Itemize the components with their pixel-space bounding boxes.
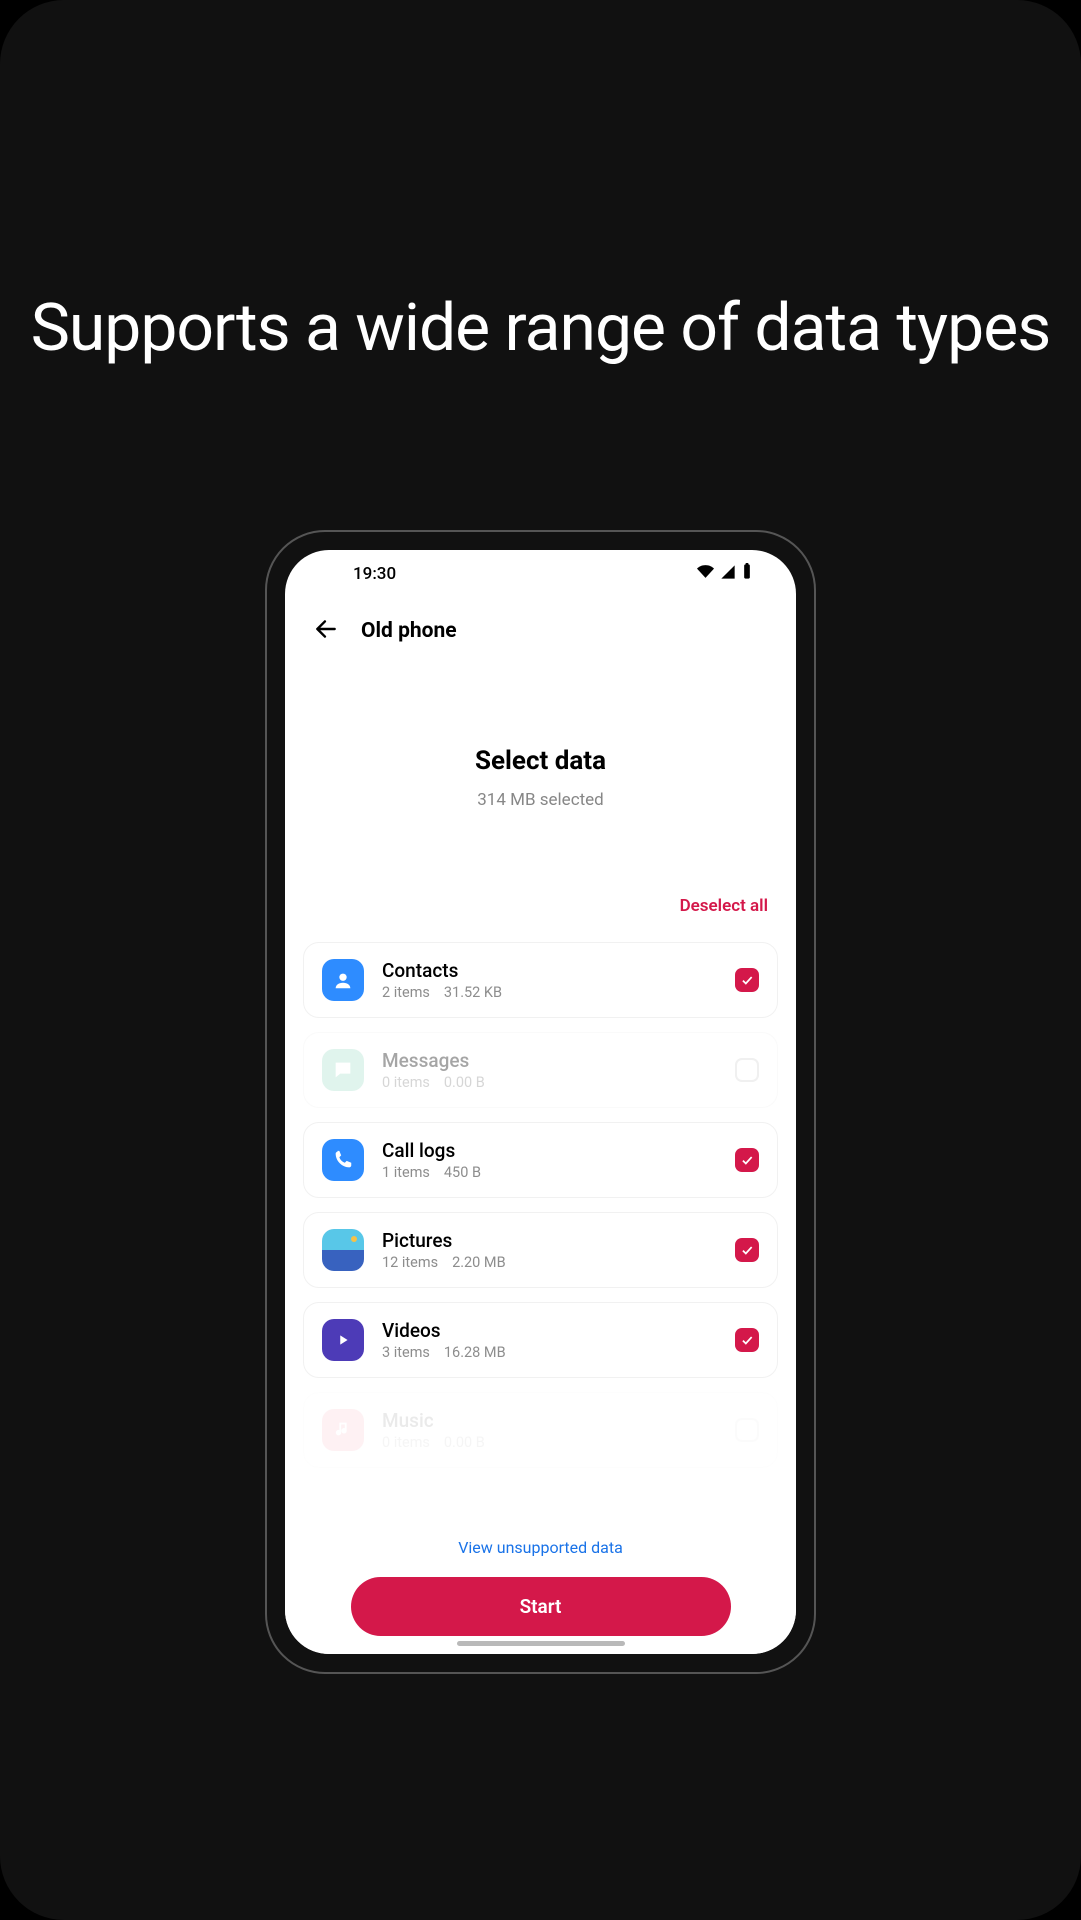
item-title: Call logs <box>382 1139 717 1162</box>
item-size: 450 B <box>444 1164 481 1181</box>
item-count: 0 items <box>382 1074 430 1091</box>
wifi-icon <box>697 563 714 585</box>
data-type-list: Contacts 2 items31.52 KB Mes <box>285 942 796 1654</box>
checkbox-pictures[interactable] <box>735 1238 759 1262</box>
checkbox-contacts[interactable] <box>735 968 759 992</box>
item-meta: 0 items 0.00 B <box>382 1074 717 1091</box>
check-icon <box>740 1333 754 1347</box>
item-messages[interactable]: Messages 0 items 0.00 B <box>303 1032 778 1108</box>
item-size: 2.20 MB <box>452 1254 506 1271</box>
back-button[interactable] <box>313 616 339 646</box>
item-size: 0.00 B <box>444 1434 485 1451</box>
item-body: Pictures 12 items 2.20 MB <box>382 1229 717 1271</box>
item-calllogs[interactable]: Call logs 1 items 450 B <box>303 1122 778 1198</box>
item-title: Pictures <box>382 1229 717 1252</box>
nav-title: Old phone <box>361 619 457 643</box>
footer: View unsupported data Start <box>285 1522 796 1654</box>
item-body: Videos 3 items 16.28 MB <box>382 1319 717 1361</box>
nav-bar: Old phone <box>285 598 796 654</box>
status-bar: 19:30 <box>285 550 796 598</box>
promo-frame: Supports a wide range of data types 19:3… <box>0 0 1081 1920</box>
item-count: 0 items <box>382 1434 430 1451</box>
check-icon <box>740 1153 754 1167</box>
phone-frame: 19:30 Old phone <box>265 530 816 1674</box>
item-count: 12 items <box>382 1254 438 1271</box>
item-body: Contacts 2 items 31.52 KB <box>382 959 717 1001</box>
checkbox-videos[interactable] <box>735 1328 759 1352</box>
item-music[interactable]: Music 0 items 0.00 B <box>303 1392 778 1468</box>
contacts-icon <box>322 959 364 1001</box>
item-title: Contacts <box>382 959 717 982</box>
item-meta: 12 items 2.20 MB <box>382 1254 717 1271</box>
check-icon <box>740 973 754 987</box>
check-icon <box>740 1243 754 1257</box>
status-time: 19:30 <box>353 564 396 584</box>
item-videos[interactable]: Videos 3 items 16.28 MB <box>303 1302 778 1378</box>
phone-screen: 19:30 Old phone <box>285 550 796 1654</box>
calllogs-icon <box>322 1139 364 1181</box>
item-count: 2 items <box>382 984 430 1001</box>
messages-icon <box>322 1049 364 1091</box>
battery-icon <box>742 563 752 585</box>
pictures-icon <box>322 1229 364 1271</box>
promo-headline: Supports a wide range of data types <box>0 290 1081 367</box>
selection-summary: 314 MB selected <box>285 790 796 810</box>
view-unsupported-link[interactable]: View unsupported data <box>303 1538 778 1557</box>
item-title: Videos <box>382 1319 717 1342</box>
item-meta: 3 items 16.28 MB <box>382 1344 717 1361</box>
item-meta: 1 items 450 B <box>382 1164 717 1181</box>
arrow-left-icon <box>313 616 339 642</box>
item-title: Messages <box>382 1049 717 1072</box>
item-meta: 0 items 0.00 B <box>382 1434 717 1451</box>
item-body: Messages 0 items 0.00 B <box>382 1049 717 1091</box>
checkbox-messages[interactable] <box>735 1058 759 1082</box>
videos-icon <box>322 1319 364 1361</box>
item-size: 0.00 B <box>444 1074 485 1091</box>
page-title: Select data <box>285 746 796 776</box>
item-count: 3 items <box>382 1344 430 1361</box>
item-size: 16.28 MB <box>444 1344 506 1361</box>
item-body: Call logs 1 items 450 B <box>382 1139 717 1181</box>
item-count: 1 items <box>382 1164 430 1181</box>
deselect-all-button[interactable]: Deselect all <box>285 896 796 916</box>
item-pictures[interactable]: Pictures 12 items 2.20 MB <box>303 1212 778 1288</box>
item-body: Music 0 items 0.00 B <box>382 1409 717 1451</box>
music-icon <box>322 1409 364 1451</box>
checkbox-music[interactable] <box>735 1418 759 1442</box>
status-icons <box>697 563 752 585</box>
item-contacts[interactable]: Contacts 2 items 31.52 KB <box>303 942 778 1018</box>
item-meta: 2 items 31.52 KB <box>382 984 717 1001</box>
start-button[interactable]: Start <box>351 1577 731 1636</box>
home-indicator[interactable] <box>457 1641 625 1646</box>
cellular-icon <box>720 564 736 585</box>
item-title: Music <box>382 1409 717 1432</box>
item-size: 31.52 KB <box>444 984 502 1001</box>
checkbox-calllogs[interactable] <box>735 1148 759 1172</box>
